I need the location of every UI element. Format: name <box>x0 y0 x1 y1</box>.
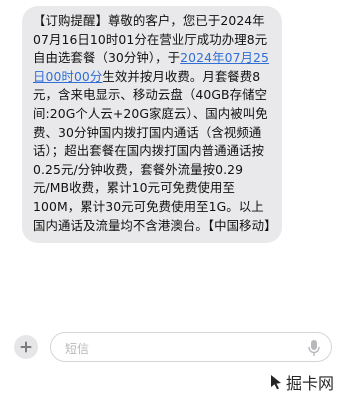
watermark: 掘卡网 <box>269 370 334 394</box>
sms-input[interactable] <box>63 338 287 360</box>
message-bubble: 【订购提醒】尊敬的客户，您已于2024年07月16日10时01分在营业厅成功办理… <box>22 6 282 244</box>
sms-input-container[interactable] <box>50 332 332 362</box>
add-attachment-button[interactable] <box>14 335 38 359</box>
watermark-text: 掘卡网 <box>285 374 334 393</box>
message-text-part2: 生效并按月收费。月套餐费8元，含来电显示、移动云盘（40GB存储空间:20G个人… <box>33 68 277 233</box>
message-composer <box>10 332 332 362</box>
cursor-icon <box>270 375 281 390</box>
plus-icon <box>20 341 32 353</box>
microphone-icon[interactable] <box>307 339 321 357</box>
